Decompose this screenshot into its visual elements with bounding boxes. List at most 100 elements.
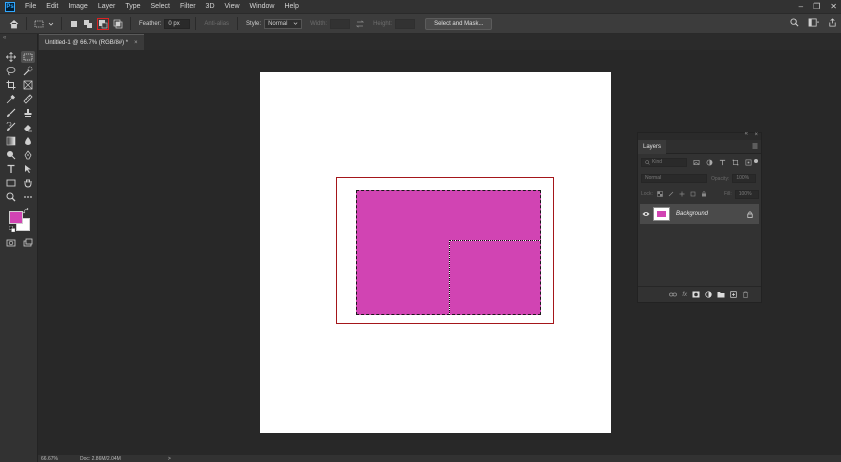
hand-tool-icon[interactable] xyxy=(21,177,35,189)
eraser-tool-icon[interactable] xyxy=(21,121,35,133)
dodge-tool-icon[interactable] xyxy=(4,149,18,161)
menu-3d[interactable]: 3D xyxy=(201,0,220,13)
smart-object-filter-icon[interactable] xyxy=(745,159,752,166)
zoom-tool-icon[interactable] xyxy=(4,191,18,203)
share-icon[interactable] xyxy=(828,18,837,27)
lock-transparent-icon[interactable] xyxy=(657,191,663,197)
type-layer-filter-icon[interactable] xyxy=(719,159,726,166)
fill-input[interactable]: 100% xyxy=(734,189,759,199)
subtract-from-selection-icon[interactable] xyxy=(97,17,109,30)
layer-row[interactable]: Background xyxy=(640,204,759,224)
filter-row: Kind xyxy=(638,158,761,167)
gradient-tool-icon[interactable] xyxy=(4,135,18,147)
rectangle-tool-icon[interactable] xyxy=(4,177,18,189)
eyedropper-tool-icon[interactable] xyxy=(4,93,18,105)
swap-width-height-icon[interactable] xyxy=(355,19,365,29)
collapse-panel-icon[interactable]: « xyxy=(745,131,748,137)
link-layers-icon[interactable] xyxy=(669,291,678,298)
delete-layer-icon[interactable] xyxy=(742,291,749,298)
move-tool-icon[interactable] xyxy=(4,51,18,63)
tab-layers[interactable]: Layers xyxy=(638,140,667,154)
fill-label: Fill: xyxy=(723,191,732,197)
document-tab[interactable]: Untitled-1 @ 66.7% (RGB/8#) * × xyxy=(39,34,144,50)
blend-mode-dropdown[interactable]: Normal xyxy=(641,174,707,183)
status-menu-arrow[interactable]: > xyxy=(168,456,171,462)
close-button[interactable]: ✕ xyxy=(830,2,837,11)
new-layer-icon[interactable] xyxy=(730,291,737,298)
swap-colors-icon[interactable] xyxy=(22,207,30,214)
menu-file[interactable]: File xyxy=(20,0,41,13)
menu-image[interactable]: Image xyxy=(63,0,92,13)
type-tool-icon[interactable] xyxy=(4,163,18,175)
close-panel-icon[interactable]: × xyxy=(754,132,758,138)
style-dropdown[interactable]: Normal xyxy=(264,18,303,29)
menu-window[interactable]: Window xyxy=(245,0,280,13)
pixel-layer-filter-icon[interactable] xyxy=(693,159,700,166)
menu-select[interactable]: Select xyxy=(146,0,175,13)
menu-filter[interactable]: Filter xyxy=(175,0,201,13)
more-tools-icon[interactable] xyxy=(21,191,35,203)
minimize-button[interactable]: – xyxy=(799,2,803,11)
menu-edit[interactable]: Edit xyxy=(41,0,63,13)
lock-all-icon[interactable] xyxy=(701,191,707,197)
frame-tool-icon[interactable] xyxy=(21,79,35,91)
menu-type[interactable]: Type xyxy=(120,0,145,13)
add-mask-icon[interactable] xyxy=(692,291,700,298)
shape-layer-filter-icon[interactable] xyxy=(732,159,739,166)
fx-icon[interactable]: fx xyxy=(682,292,687,298)
lock-position-icon[interactable] xyxy=(679,191,685,197)
select-and-mask-button[interactable]: Select and Mask... xyxy=(425,17,493,30)
workspace-icon[interactable] xyxy=(808,18,819,27)
lock-icon[interactable] xyxy=(747,211,753,218)
foreground-color-swatch[interactable] xyxy=(9,211,23,224)
home-icon[interactable] xyxy=(9,19,19,29)
filter-toggle-icon[interactable] xyxy=(754,159,758,163)
panel-menu-icon[interactable] xyxy=(752,143,758,151)
layer-name[interactable]: Background xyxy=(676,211,747,217)
screen-mode-icon[interactable] xyxy=(21,237,35,249)
crop-tool-icon[interactable] xyxy=(4,79,18,91)
feather-input[interactable]: 0 px xyxy=(164,18,191,29)
clone-stamp-tool-icon[interactable] xyxy=(21,107,35,119)
kind-filter-label: Kind xyxy=(652,159,663,165)
menu-layer[interactable]: Layer xyxy=(93,0,121,13)
height-input[interactable] xyxy=(395,18,416,29)
width-input[interactable] xyxy=(330,18,351,29)
quick-mask-icon[interactable] xyxy=(4,237,18,249)
close-tab-icon[interactable]: × xyxy=(134,40,138,46)
collapse-icon[interactable]: « xyxy=(3,35,6,41)
search-icon[interactable] xyxy=(790,18,799,27)
brush-tool-icon[interactable] xyxy=(4,107,18,119)
marquee-preset-icon[interactable] xyxy=(34,19,44,29)
kind-filter-dropdown[interactable]: Kind xyxy=(641,158,687,167)
eye-icon[interactable] xyxy=(642,211,650,217)
intersect-selection-icon[interactable] xyxy=(113,19,123,29)
default-colors-icon[interactable] xyxy=(8,225,16,233)
path-selection-tool-icon[interactable] xyxy=(21,163,35,175)
blur-tool-icon[interactable] xyxy=(21,135,35,147)
divider xyxy=(61,17,62,30)
status-bar: 66.67% Doc: 2.86M/2.04M > xyxy=(38,455,841,462)
panel-tab-bar: Layers xyxy=(638,140,761,154)
rectangular-marquee-tool-icon[interactable] xyxy=(21,51,35,63)
menu-help[interactable]: Help xyxy=(279,0,303,13)
history-brush-tool-icon[interactable] xyxy=(4,121,18,133)
adjustment-layer-icon[interactable] xyxy=(705,291,712,298)
quick-selection-tool-icon[interactable] xyxy=(21,65,35,77)
new-selection-icon[interactable] xyxy=(69,19,79,29)
antialias-checkbox[interactable]: Anti-alias xyxy=(204,21,229,27)
new-group-icon[interactable] xyxy=(717,291,725,298)
lock-image-icon[interactable] xyxy=(668,191,674,197)
ruler-tool-icon[interactable] xyxy=(21,93,35,105)
lock-artboard-icon[interactable] xyxy=(690,191,696,197)
adjustment-layer-filter-icon[interactable] xyxy=(706,159,713,166)
chevron-down-icon[interactable] xyxy=(48,19,54,29)
opacity-input[interactable]: 100% xyxy=(732,174,757,183)
feather-label: Feather: xyxy=(139,20,162,27)
zoom-level[interactable]: 66.67% xyxy=(41,456,58,462)
restore-button[interactable]: ❐ xyxy=(813,2,820,11)
add-to-selection-icon[interactable] xyxy=(83,19,93,29)
lasso-tool-icon[interactable] xyxy=(4,65,18,77)
menu-view[interactable]: View xyxy=(220,0,245,13)
pen-tool-icon[interactable] xyxy=(21,149,35,161)
